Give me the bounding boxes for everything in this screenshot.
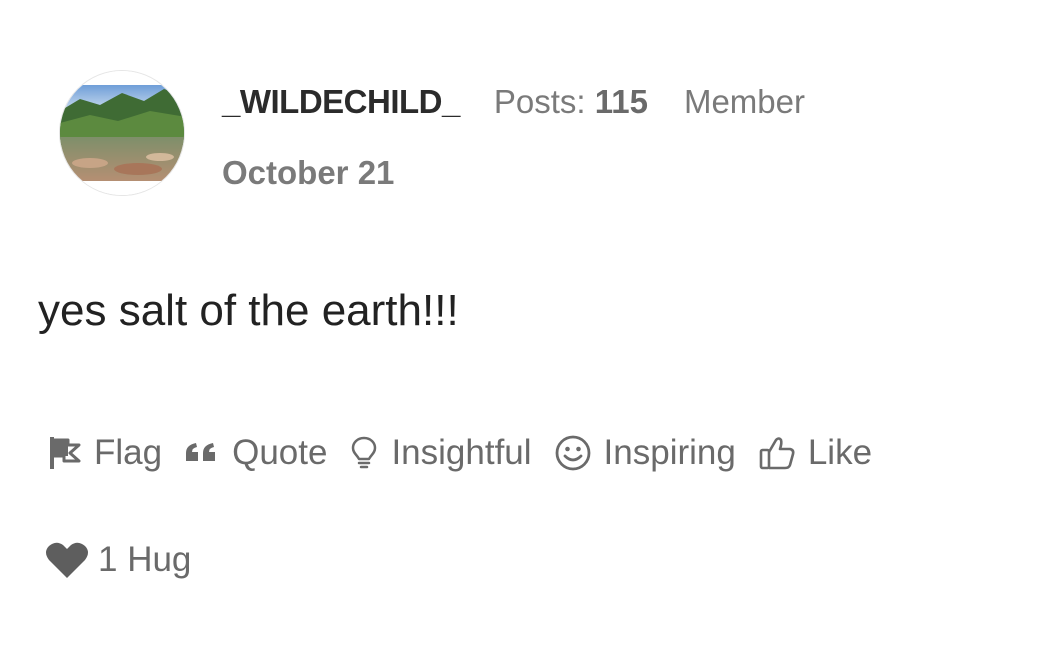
inspiring-button[interactable]: Inspiring — [554, 433, 736, 473]
like-label: Like — [807, 433, 873, 472]
heart-icon — [44, 540, 90, 580]
quote-button[interactable]: Quote — [184, 433, 327, 473]
posts-count: 115 — [594, 83, 648, 120]
hug-reaction[interactable]: 1 Hug — [44, 540, 191, 580]
posts-label: Posts: — [493, 83, 586, 120]
author-role: Member — [683, 83, 805, 120]
post-reactions: 1 Hug — [44, 536, 191, 584]
comment-card: _WILDECHILD_ Posts: 115 Member October 2… — [0, 0, 1037, 649]
quote-label: Quote — [232, 433, 328, 472]
author-posts: Posts: 115 — [494, 83, 648, 121]
avatar[interactable] — [59, 70, 185, 196]
post-actions: Flag Quote Insightful Inspiring Like — [46, 428, 872, 478]
landscape-avatar-image — [60, 71, 184, 195]
author-meta: _WILDECHILD_ Posts: 115 Member — [222, 82, 805, 122]
quote-icon — [184, 435, 220, 471]
author-username[interactable]: _WILDECHILD_ — [222, 83, 460, 121]
post-body: yes salt of the earth!!! — [38, 286, 459, 335]
flag-label: Flag — [94, 433, 163, 472]
inspiring-label: Inspiring — [603, 433, 736, 472]
smiley-icon — [554, 434, 592, 472]
insightful-button[interactable]: Insightful — [349, 433, 532, 473]
post-date[interactable]: October 21 — [222, 154, 394, 192]
insightful-label: Insightful — [391, 433, 532, 472]
lightbulb-icon — [349, 435, 379, 471]
hug-label: 1 Hug — [98, 540, 192, 579]
flag-icon — [46, 435, 82, 471]
like-button[interactable]: Like — [758, 433, 872, 473]
flag-button[interactable]: Flag — [46, 433, 162, 473]
thumbs-up-icon — [758, 434, 796, 472]
